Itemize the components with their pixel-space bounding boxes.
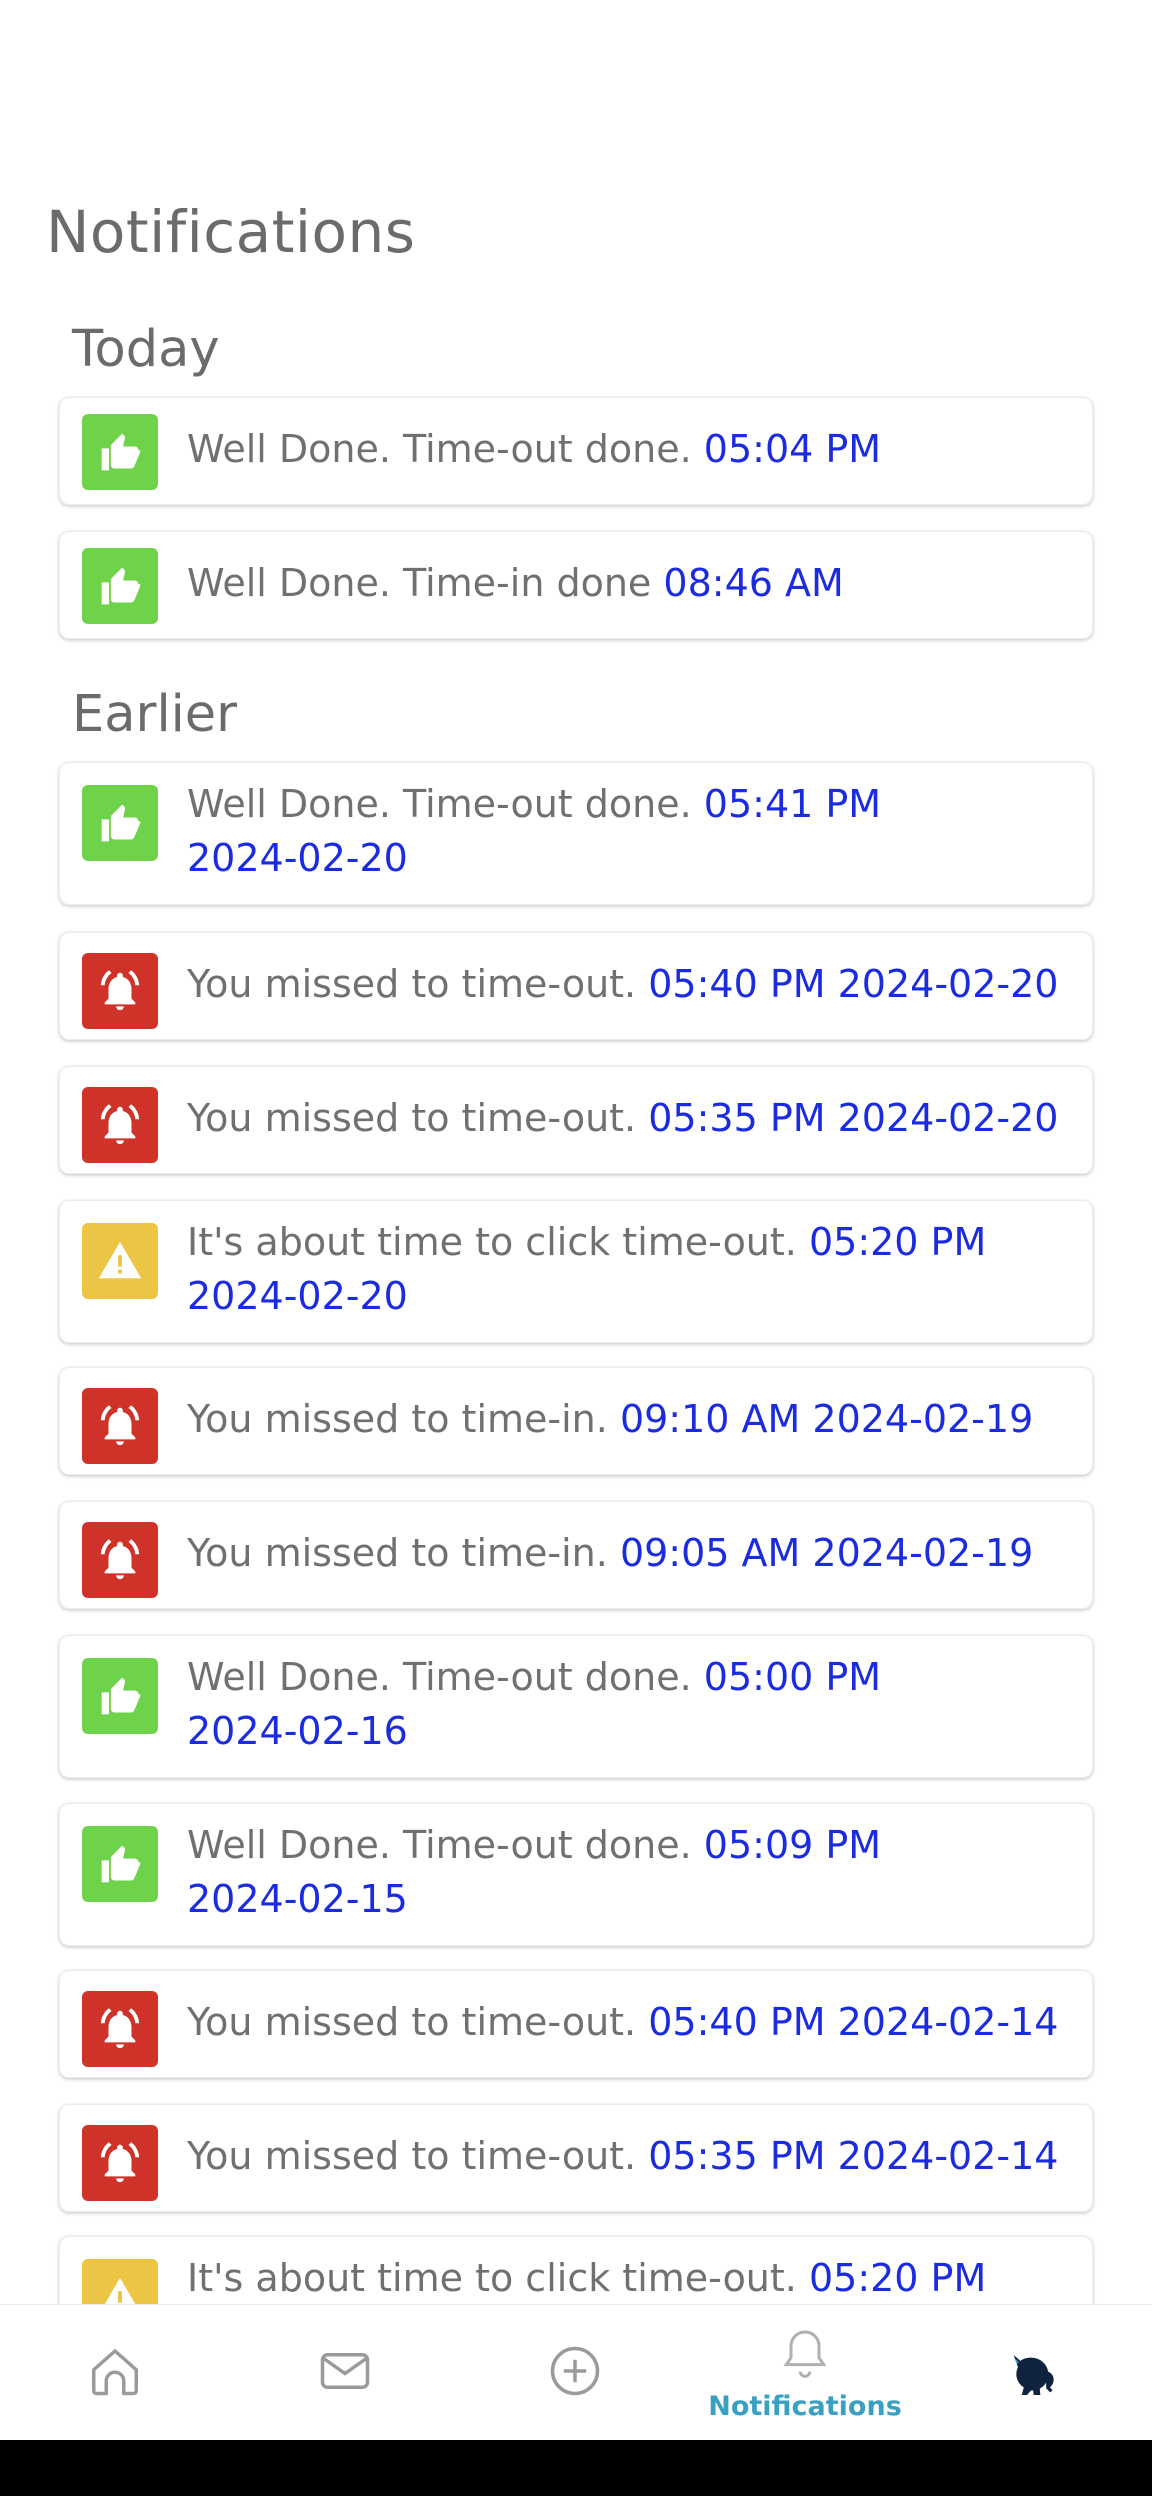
notification-date: 2024-02-20 [187,836,408,880]
notification-card[interactable]: You missed to time-out. 05:40 PM 2024-02… [59,932,1093,1040]
notification-text: Well Done. Time-out done. 05:41 PM 2024-… [187,777,912,885]
nav-notifications-label: Notifications [708,2390,902,2422]
notification-text: Well Done. Time-out done. 05:09 PM 2024-… [187,1818,932,1926]
nav-messages[interactable] [230,2305,460,2441]
alarm-bell-icon [82,2125,158,2201]
notification-card[interactable]: Well Done. Time-in done 08:46 AM [59,531,1093,639]
notification-date: 2024-02-16 [187,1709,408,1753]
alarm-bell-icon [82,1388,158,1464]
notification-message: You missed to time-in. [187,1397,608,1441]
nav-add[interactable] [460,2305,690,2441]
notification-date: 2024-02-20 [187,1274,408,1318]
notification-message: You missed to time-out. [187,962,637,1006]
thumbs-up-icon [82,1658,158,1734]
nav-notifications[interactable]: Notifications [690,2305,920,2441]
notification-time: 05:00 PM [703,1655,882,1699]
warning-icon [82,1223,158,1299]
home-icon [85,2341,145,2405]
notification-text: You missed to time-out. 05:40 PM 2024-02… [187,1995,1068,2049]
alarm-bell-icon [82,1087,158,1163]
page-title: Notifications [46,198,416,266]
notification-time: 05:09 PM [703,1823,882,1867]
notification-card[interactable]: You missed to time-in. 09:05 AM 2024-02-… [59,1501,1093,1609]
notification-card[interactable]: You missed to time-out. 05:35 PM 2024-02… [59,1066,1093,1174]
notification-card[interactable]: Well Done. Time-out done. 05:41 PM 2024-… [59,762,1093,905]
notification-time: 05:40 PM [648,2000,826,2044]
notification-card[interactable]: You missed to time-in. 09:10 AM 2024-02-… [59,1367,1093,1475]
cat-avatar-icon [1003,2339,1067,2407]
alarm-bell-icon [82,1522,158,1598]
notification-message: Well Done. Time-in done [187,561,652,605]
notification-time: 05:20 PM [808,1220,987,1264]
notification-message: You missed to time-out. [187,2000,637,2044]
notification-date: 2024-02-19 [812,1531,1034,1575]
notification-message: Well Done. Time-out done. [187,427,692,471]
notification-card[interactable]: Well Done. Time-out done. 05:09 PM 2024-… [59,1803,1093,1946]
notification-card[interactable]: It's about time to click time-out. 05:20… [59,1200,1093,1343]
section-title-today: Today [72,320,220,379]
notification-time: 05:35 PM [648,1096,826,1140]
notification-message: Well Done. Time-out done. [187,1823,692,1867]
notification-text: It's about time to click time-out. 05:20… [187,1215,1002,1323]
notification-card[interactable]: You missed to time-out. 05:40 PM 2024-02… [59,1970,1093,2078]
notification-date: 2024-02-19 [812,1397,1034,1441]
notification-time: 09:10 AM [619,1397,801,1441]
notification-time: 05:04 PM [703,427,882,471]
nav-profile[interactable] [920,2305,1150,2441]
bottom-navigation: Notifications [0,2304,1152,2440]
notification-time: 05:40 PM [648,962,826,1006]
notification-time: 08:46 AM [663,561,844,605]
notification-date: 2024-02-20 [837,1096,1059,1140]
alarm-bell-icon [82,1991,158,2067]
thumbs-up-icon [82,1826,158,1902]
notification-text: You missed to time-in. 09:10 AM 2024-02-… [187,1392,1068,1446]
notification-text: You missed to time-out. 05:35 PM 2024-02… [187,2129,1068,2183]
notification-text: You missed to time-out. 05:35 PM 2024-02… [187,1091,1068,1145]
thumbs-up-icon [82,785,158,861]
notification-date: 2024-02-14 [837,2000,1059,2044]
notification-text: Well Done. Time-out done. 05:04 PM [187,422,1068,476]
notification-message: It's about time to click time-out. [187,2256,797,2300]
notification-message: Well Done. Time-out done. [187,1655,692,1699]
system-navigation-bar [0,2440,1152,2496]
nav-home[interactable] [0,2305,230,2441]
notification-text: You missed to time-in. 09:05 AM 2024-02-… [187,1526,1068,1580]
notification-card[interactable]: Well Done. Time-out done. 05:04 PM [59,397,1093,505]
notification-message: You missed to time-in. [187,1531,608,1575]
section-title-earlier: Earlier [72,685,238,744]
notification-text: Well Done. Time-in done 08:46 AM [187,556,1068,610]
notification-time: 05:35 PM [648,2134,826,2178]
notification-time: 05:20 PM [808,2256,987,2300]
notification-date: 2024-02-15 [187,1877,408,1921]
notification-date: 2024-02-20 [837,962,1059,1006]
notification-text: It's about time to click time-out. 05:20… [187,2251,1002,2305]
notification-text: You missed to time-out. 05:40 PM 2024-02… [187,957,1068,1011]
notification-date: 2024-02-14 [837,2134,1059,2178]
thumbs-up-icon [82,414,158,490]
notification-card[interactable]: Well Done. Time-out done. 05:00 PM 2024-… [59,1635,1093,1778]
alarm-bell-icon [82,953,158,1029]
notification-time: 09:05 AM [619,1531,801,1575]
notification-text: Well Done. Time-out done. 05:00 PM 2024-… [187,1650,932,1758]
notification-message: Well Done. Time-out done. [187,782,692,826]
notification-message: You missed to time-out. [187,2134,637,2178]
notification-time: 05:41 PM [703,782,882,826]
mail-icon [315,2341,375,2405]
notification-message: You missed to time-out. [187,1096,637,1140]
plus-circle-icon [545,2341,605,2405]
notification-message: It's about time to click time-out. [187,1220,797,1264]
bell-icon [777,2325,833,2385]
notification-card[interactable]: You missed to time-out. 05:35 PM 2024-02… [59,2104,1093,2212]
thumbs-up-icon [82,548,158,624]
